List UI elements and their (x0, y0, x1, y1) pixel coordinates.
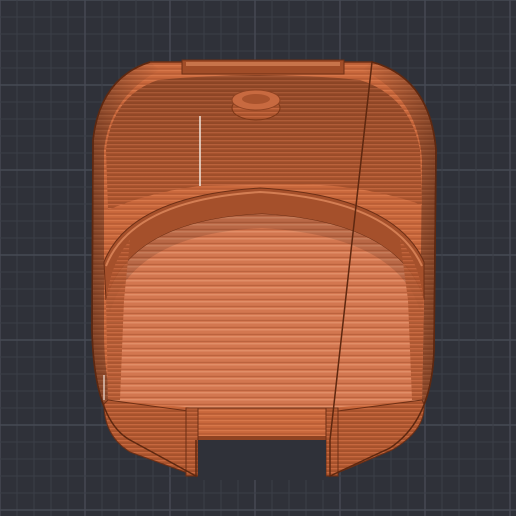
part-bottom-rim-right (329, 399, 425, 477)
mount-boss (231, 89, 281, 121)
printed-part-model[interactable] (91, 59, 437, 480)
front-notch-cutout (185, 407, 339, 480)
top-slot-highlight (186, 62, 340, 66)
scene-canvas[interactable] (0, 0, 516, 516)
slicer-3d-viewport[interactable] (0, 0, 516, 516)
part-bottom-rim (103, 399, 197, 477)
